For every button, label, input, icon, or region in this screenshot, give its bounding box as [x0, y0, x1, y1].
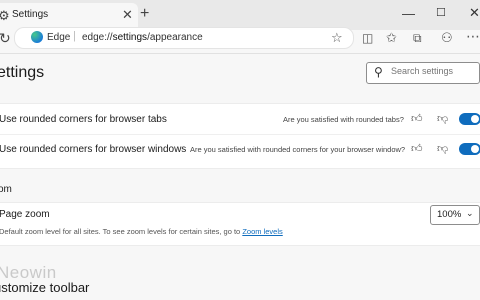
- thumbs-down-icon[interactable]: 👎︎: [437, 142, 448, 155]
- page-zoom-label: Page zoom: [0, 209, 50, 220]
- page-zoom-value: 100%: [437, 209, 462, 220]
- row-divider: [0, 134, 480, 135]
- toggle-knob: [471, 145, 479, 153]
- url-prefix: edge://: [82, 32, 113, 43]
- settings-gear-icon: ⚙: [0, 8, 10, 23]
- minimize-icon[interactable]: —: [402, 6, 415, 21]
- rounded-tabs-feedback: Are you satisfied with rounded tabs?: [283, 115, 404, 124]
- more-menu-icon[interactable]: ⋯: [466, 28, 480, 45]
- zoom-levels-link[interactable]: Zoom levels: [242, 227, 282, 236]
- thumbs-up-icon[interactable]: 👍︎: [411, 112, 423, 125]
- url-text[interactable]: edge://settings/appearance: [82, 32, 203, 43]
- rounded-windows-toggle[interactable]: [459, 143, 480, 155]
- search-input[interactable]: [391, 66, 473, 76]
- favorites-icon[interactable]: ✩: [386, 30, 397, 46]
- edge-logo-icon: [31, 31, 43, 43]
- customize-toolbar-heading: ustomize toolbar: [0, 280, 90, 295]
- toggle-knob: [471, 115, 479, 123]
- collections-icon[interactable]: ⧉: [413, 31, 422, 46]
- site-label: Edge: [47, 32, 71, 43]
- chevron-down-icon: ⌄: [466, 208, 474, 218]
- appearance-card: [0, 103, 480, 169]
- search-icon: ⚲: [374, 65, 383, 79]
- new-tab-button[interactable]: +: [140, 6, 149, 22]
- rounded-windows-feedback: Are you satisfied with rounded corners f…: [190, 145, 406, 154]
- reload-icon[interactable]: ↻: [0, 30, 11, 47]
- address-separator: |: [73, 30, 76, 42]
- page-zoom-description: Default zoom level for all sites. To see…: [0, 227, 283, 236]
- url-host: settings: [112, 32, 148, 43]
- close-tab-icon[interactable]: ✕: [122, 7, 133, 23]
- tab-title: Settings: [12, 9, 49, 20]
- add-favorite-star-icon[interactable]: ☆: [331, 30, 343, 46]
- rounded-tabs-label: Use rounded corners for browser tabs: [0, 114, 167, 125]
- thumbs-up-icon[interactable]: 👍︎: [411, 142, 423, 155]
- zoom-description-text: Default zoom level for all sites. To see…: [0, 227, 243, 236]
- maximize-icon[interactable]: ☐: [436, 6, 446, 19]
- url-path: /appearance: [147, 32, 203, 43]
- copilot-icon[interactable]: ⚇: [441, 30, 453, 46]
- close-window-icon[interactable]: ✕: [469, 5, 480, 21]
- page-title: ettings: [0, 64, 45, 81]
- zoom-section-heading: om: [0, 184, 12, 195]
- rounded-tabs-toggle[interactable]: [459, 113, 480, 125]
- split-screen-icon[interactable]: ◫: [362, 31, 373, 45]
- zoom-card: [0, 202, 480, 246]
- rounded-windows-label: Use rounded corners for browser windows: [0, 144, 187, 155]
- thumbs-down-icon[interactable]: 👎︎: [437, 112, 448, 125]
